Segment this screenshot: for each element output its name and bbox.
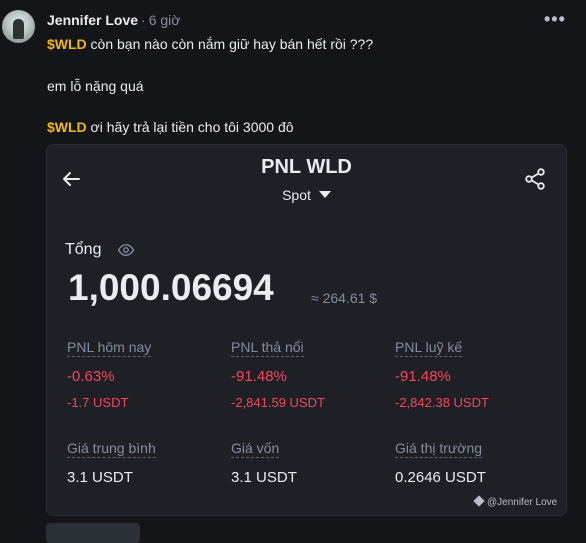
mode-selector[interactable]: Spot <box>47 187 566 203</box>
today-pnl-label: PNL hôm nay <box>67 339 152 357</box>
avg-price-label: Giá trung bình <box>67 440 156 458</box>
floating-pnl-percent: -91.48% <box>231 368 287 385</box>
eye-icon[interactable] <box>117 241 135 259</box>
watermark-text: @Jennifer Love <box>487 497 558 508</box>
floating-pnl-usdt: -2,841.59 USDT <box>231 395 325 410</box>
coin-tag[interactable]: $WLD <box>47 119 87 135</box>
author-name[interactable]: Jennifer Love <box>47 12 138 28</box>
post-line-2: em lỗ nặng quá <box>47 78 144 94</box>
card-title: PNL WLD <box>261 156 352 178</box>
cumulative-pnl-usdt: -2,842.38 USDT <box>395 395 489 410</box>
caret-down-icon <box>318 191 331 198</box>
reaction-button[interactable] <box>46 523 140 543</box>
pnl-card[interactable]: PNL WLD Spot Tổng 1,000.06694 ≈ 264.61 $… <box>46 144 567 516</box>
today-pnl-percent: -0.63% <box>67 368 115 385</box>
coin-tag[interactable]: $WLD <box>47 36 87 52</box>
avg-price-value: 3.1 USDT <box>67 469 133 486</box>
market-price-value: 0.2646 USDT <box>395 469 486 486</box>
floating-pnl-label: PNL thả nổi <box>231 339 304 357</box>
watermark: @Jennifer Love <box>473 495 558 508</box>
avatar[interactable] <box>2 10 35 43</box>
market-price-label: Giá thị trường <box>395 440 483 458</box>
post-text: còn bạn nào còn nắm giữ hay bán hết rồi … <box>86 36 374 52</box>
cumulative-pnl-label: PNL luỹ kế <box>395 339 463 357</box>
post-text: ơi hãy trả lại tiền cho tôi 3000 đô <box>86 119 294 135</box>
cost-price-label: Giá vốn <box>231 440 280 458</box>
binance-logo-icon <box>473 495 485 507</box>
more-icon[interactable]: ••• <box>544 9 566 30</box>
cost-price-value: 3.1 USDT <box>231 469 297 486</box>
total-value: 1,000.06694 <box>68 267 274 308</box>
post-header: Jennifer Love · 6 giờ <box>47 12 180 28</box>
mode-label: Spot <box>282 187 311 203</box>
today-pnl-usdt: -1.7 USDT <box>67 395 129 410</box>
post-line-1: $WLD còn bạn nào còn nắm giữ hay bán hết… <box>47 36 373 52</box>
separator-dot: · <box>141 12 146 28</box>
share-icon[interactable] <box>523 167 547 191</box>
post-time: 6 giờ <box>148 12 181 28</box>
total-approx: ≈ 264.61 $ <box>311 290 378 306</box>
cumulative-pnl-percent: -91.48% <box>395 368 451 385</box>
total-label: Tổng <box>65 241 102 258</box>
post-line-3: $WLD ơi hãy trả lại tiền cho tôi 3000 đô <box>47 119 294 135</box>
